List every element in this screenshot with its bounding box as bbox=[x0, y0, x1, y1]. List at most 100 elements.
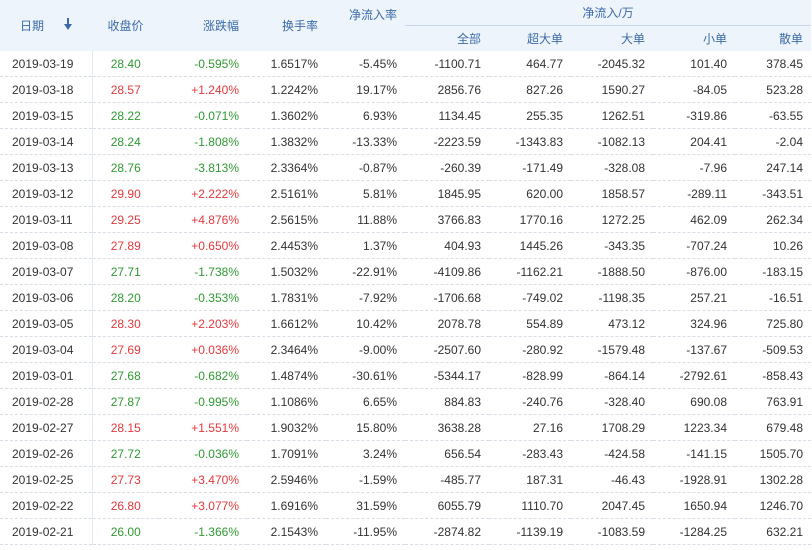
cell-net-rate: -30.61% bbox=[326, 362, 405, 389]
cell-net-all: -2507.60 bbox=[405, 336, 489, 363]
cell-turnover: 1.6517% bbox=[247, 51, 326, 77]
cell-net-large: 1272.25 bbox=[571, 206, 653, 233]
column-header-close[interactable]: 收盘价 bbox=[92, 0, 159, 51]
cell-net-small: -137.67 bbox=[653, 336, 735, 363]
cell-turnover: 1.3602% bbox=[247, 102, 326, 129]
cell-net-retail: -183.15 bbox=[735, 258, 811, 285]
cell-turnover: 2.1543% bbox=[247, 518, 326, 545]
cell-turnover: 2.3364% bbox=[247, 154, 326, 181]
column-header-retail[interactable]: 散单 bbox=[735, 25, 811, 51]
cell-close: 27.69 bbox=[92, 336, 159, 363]
cell-turnover: 1.1086% bbox=[247, 388, 326, 415]
cell-net-retail: 1302.28 bbox=[735, 466, 811, 493]
cell-net-super-large: 255.35 bbox=[489, 102, 571, 129]
cell-date: 2019-03-06 bbox=[0, 284, 93, 311]
cell-change: -1.738% bbox=[159, 258, 247, 285]
cell-net-retail: 1505.70 bbox=[735, 440, 811, 467]
column-header-change[interactable]: 涨跌幅 bbox=[159, 0, 247, 51]
cell-net-large: -328.40 bbox=[571, 388, 653, 415]
cell-net-super-large: 1770.16 bbox=[489, 206, 571, 233]
column-header-turnover[interactable]: 换手率 bbox=[247, 0, 326, 51]
cell-date: 2019-03-01 bbox=[0, 362, 93, 389]
cell-net-rate: 19.17% bbox=[326, 76, 405, 103]
cell-net-all: 3766.83 bbox=[405, 206, 489, 233]
cell-close: 28.20 bbox=[92, 284, 159, 311]
cell-net-retail: 763.91 bbox=[735, 388, 811, 415]
cell-date: 2019-02-27 bbox=[0, 414, 93, 441]
cell-close: 28.30 bbox=[92, 310, 159, 337]
cell-net-retail: -2.04 bbox=[735, 128, 811, 155]
cell-net-large: -1888.50 bbox=[571, 258, 653, 285]
cell-net-super-large: -283.43 bbox=[489, 440, 571, 467]
table-row: 2019-03-01 27.68 -0.682% 1.4874% -30.61% -534… bbox=[0, 362, 811, 389]
cell-net-all: -2874.82 bbox=[405, 518, 489, 545]
cell-net-super-large: -1139.19 bbox=[489, 518, 571, 545]
cell-change: -1.366% bbox=[159, 518, 247, 545]
cell-turnover: 1.6612% bbox=[247, 310, 326, 337]
cell-net-large: -328.08 bbox=[571, 154, 653, 181]
cell-net-rate: -11.95% bbox=[326, 518, 405, 545]
cell-net-super-large: -828.99 bbox=[489, 362, 571, 389]
cell-net-large: -1579.48 bbox=[571, 336, 653, 363]
table-row: 2019-03-11 29.25 +4.876% 2.5615% 11.88% 3766.… bbox=[0, 206, 811, 233]
cell-close: 26.00 bbox=[92, 518, 159, 545]
cell-turnover: 1.2242% bbox=[247, 76, 326, 103]
cell-net-super-large: -1343.83 bbox=[489, 128, 571, 155]
cell-net-retail: -16.51 bbox=[735, 284, 811, 311]
table-row: 2019-03-05 28.30 +2.203% 1.6612% 10.42% 2078.… bbox=[0, 310, 811, 337]
cell-net-rate: -0.87% bbox=[326, 154, 405, 181]
cell-net-rate: -5.45% bbox=[326, 51, 405, 77]
cell-net-small: 462.09 bbox=[653, 206, 735, 233]
cell-net-large: 1858.57 bbox=[571, 180, 653, 207]
cell-net-rate: 10.42% bbox=[326, 310, 405, 337]
cell-net-small: -1928.91 bbox=[653, 466, 735, 493]
column-header-small[interactable]: 小单 bbox=[653, 25, 735, 51]
cell-close: 27.89 bbox=[92, 232, 159, 259]
cell-net-small: -2792.61 bbox=[653, 362, 735, 389]
column-header-net-rate[interactable]: 净流入率 bbox=[326, 0, 405, 51]
column-header-date[interactable]: 日期 bbox=[0, 0, 92, 51]
cell-change: -0.995% bbox=[159, 388, 247, 415]
cell-net-small: -707.24 bbox=[653, 232, 735, 259]
cell-net-all: 2856.76 bbox=[405, 76, 489, 103]
cell-net-small: -141.15 bbox=[653, 440, 735, 467]
cell-net-all: -260.39 bbox=[405, 154, 489, 181]
cell-net-retail: 378.45 bbox=[735, 51, 811, 77]
column-header-super-large[interactable]: 超大单 bbox=[489, 25, 571, 51]
cell-net-rate: -7.92% bbox=[326, 284, 405, 311]
column-header-large[interactable]: 大单 bbox=[571, 25, 653, 51]
cell-net-all: 884.83 bbox=[405, 388, 489, 415]
cell-net-all: 404.93 bbox=[405, 232, 489, 259]
cell-close: 29.90 bbox=[92, 180, 159, 207]
cell-change: -1.808% bbox=[159, 128, 247, 155]
table-row: 2019-02-28 27.87 -0.995% 1.1086% 6.65% 884.83… bbox=[0, 388, 811, 415]
column-header-date-label: 日期 bbox=[20, 19, 45, 33]
cell-net-small: -319.86 bbox=[653, 102, 735, 129]
cell-turnover: 1.7091% bbox=[247, 440, 326, 467]
column-header-all[interactable]: 全部 bbox=[405, 25, 489, 51]
column-group-net-inflow: 净流入/万 bbox=[405, 0, 811, 26]
cell-change: +3.077% bbox=[159, 492, 247, 519]
cell-net-small: 690.08 bbox=[653, 388, 735, 415]
cell-net-super-large: 620.00 bbox=[489, 180, 571, 207]
cell-change: +0.650% bbox=[159, 232, 247, 259]
cell-net-super-large: 1110.70 bbox=[489, 492, 571, 519]
cell-net-small: 1650.94 bbox=[653, 492, 735, 519]
cell-net-rate: 3.24% bbox=[326, 440, 405, 467]
table-header: 日期 收盘价 涨跌幅 换手率 净流入率 净流入/万 全部 超大单 大单 小单 散… bbox=[0, 0, 811, 51]
cell-net-all: 656.54 bbox=[405, 440, 489, 467]
cell-turnover: 1.3832% bbox=[247, 128, 326, 155]
cell-net-large: -46.43 bbox=[571, 466, 653, 493]
cell-turnover: 1.4874% bbox=[247, 362, 326, 389]
cell-turnover: 1.9032% bbox=[247, 414, 326, 441]
cell-net-large: -1083.59 bbox=[571, 518, 653, 545]
cell-net-super-large: 464.77 bbox=[489, 51, 571, 77]
cell-change: -3.813% bbox=[159, 154, 247, 181]
table-row: 2019-02-27 28.15 +1.551% 1.9032% 15.80% 3638.… bbox=[0, 414, 811, 441]
cell-net-all: -5344.17 bbox=[405, 362, 489, 389]
cell-net-super-large: 1445.26 bbox=[489, 232, 571, 259]
sort-down-arrow-icon[interactable] bbox=[64, 17, 73, 30]
cell-change: +2.203% bbox=[159, 310, 247, 337]
cell-net-rate: -9.00% bbox=[326, 336, 405, 363]
cell-net-all: 1845.95 bbox=[405, 180, 489, 207]
